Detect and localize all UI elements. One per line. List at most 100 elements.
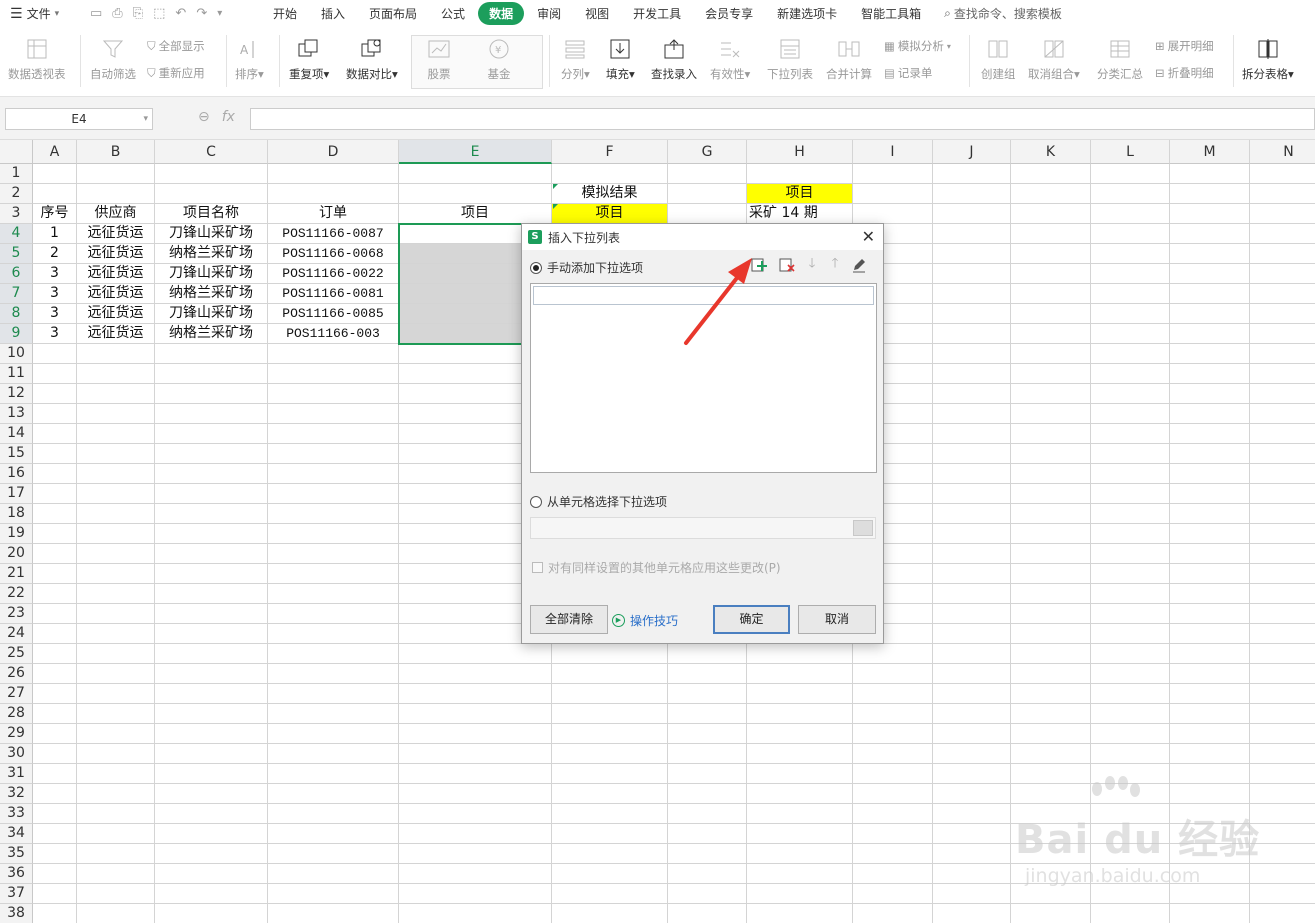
cell-G36[interactable]: [668, 864, 747, 884]
cell-H31[interactable]: [747, 764, 853, 784]
row-header-8[interactable]: 8: [0, 304, 33, 324]
select-all-corner[interactable]: [0, 140, 33, 164]
cell-E35[interactable]: [399, 844, 552, 864]
cell-H2[interactable]: 项目: [747, 184, 853, 204]
cell-F3[interactable]: 项目: [552, 204, 668, 224]
cell-A21[interactable]: [33, 564, 77, 584]
cell-H25[interactable]: [747, 644, 853, 664]
cell-B16[interactable]: [77, 464, 155, 484]
cell-C8[interactable]: 刀锋山采矿场: [155, 304, 268, 324]
cell-I3[interactable]: [853, 204, 933, 224]
cell-L37[interactable]: [1091, 884, 1170, 904]
cell-K26[interactable]: [1011, 664, 1091, 684]
cell-N9[interactable]: [1250, 324, 1315, 344]
cell-A12[interactable]: [33, 384, 77, 404]
cell-E30[interactable]: [399, 744, 552, 764]
cell-I35[interactable]: [853, 844, 933, 864]
cell-L35[interactable]: [1091, 844, 1170, 864]
cell-G34[interactable]: [668, 824, 747, 844]
cell-M25[interactable]: [1170, 644, 1250, 664]
cell-K24[interactable]: [1011, 624, 1091, 644]
menu-tab-8[interactable]: 会员专享: [694, 2, 764, 25]
delete-item-icon[interactable]: [778, 256, 796, 274]
cell-C28[interactable]: [155, 704, 268, 724]
cell-C34[interactable]: [155, 824, 268, 844]
row-header-32[interactable]: 32: [0, 784, 33, 804]
cell-A35[interactable]: [33, 844, 77, 864]
cell-M34[interactable]: [1170, 824, 1250, 844]
cell-N25[interactable]: [1250, 644, 1315, 664]
cell-J24[interactable]: [933, 624, 1011, 644]
cell-K31[interactable]: [1011, 764, 1091, 784]
cell-A14[interactable]: [33, 424, 77, 444]
cell-J1[interactable]: [933, 164, 1011, 184]
record-form-button[interactable]: ▤ 记录单: [884, 65, 932, 81]
cell-C26[interactable]: [155, 664, 268, 684]
row-header-1[interactable]: 1: [0, 164, 33, 184]
cell-B2[interactable]: [77, 184, 155, 204]
column-header-J[interactable]: J: [933, 140, 1011, 164]
cell-F1[interactable]: [552, 164, 668, 184]
cell-H33[interactable]: [747, 804, 853, 824]
row-header-26[interactable]: 26: [0, 664, 33, 684]
cell-J27[interactable]: [933, 684, 1011, 704]
cell-H28[interactable]: [747, 704, 853, 724]
cell-J21[interactable]: [933, 564, 1011, 584]
cell-B30[interactable]: [77, 744, 155, 764]
row-header-25[interactable]: 25: [0, 644, 33, 664]
cell-C22[interactable]: [155, 584, 268, 604]
cell-D4[interactable]: POS11166-0087: [268, 224, 399, 244]
cell-M35[interactable]: [1170, 844, 1250, 864]
cell-F34[interactable]: [552, 824, 668, 844]
cell-A19[interactable]: [33, 524, 77, 544]
cell-A11[interactable]: [33, 364, 77, 384]
cell-F25[interactable]: [552, 644, 668, 664]
create-group-button[interactable]: 创建组: [981, 27, 1016, 82]
cell-L20[interactable]: [1091, 544, 1170, 564]
cell-A33[interactable]: [33, 804, 77, 824]
checkbox-icon[interactable]: [532, 562, 543, 573]
cell-E29[interactable]: [399, 724, 552, 744]
cell-A27[interactable]: [33, 684, 77, 704]
row-header-33[interactable]: 33: [0, 804, 33, 824]
cell-G3[interactable]: [668, 204, 747, 224]
ungroup-button[interactable]: 取消组合▾: [1028, 27, 1080, 82]
cell-K3[interactable]: [1011, 204, 1091, 224]
edit-item-icon[interactable]: [850, 256, 868, 274]
cell-L32[interactable]: [1091, 784, 1170, 804]
column-header-F[interactable]: F: [552, 140, 668, 164]
lookup-entry-button[interactable]: 查找录入: [651, 27, 697, 82]
menu-tab-0[interactable]: 开始: [262, 2, 308, 25]
cell-A38[interactable]: [33, 904, 77, 923]
cell-D2[interactable]: [268, 184, 399, 204]
cell-L10[interactable]: [1091, 344, 1170, 364]
cell-B36[interactable]: [77, 864, 155, 884]
cell-B6[interactable]: 远征货运: [77, 264, 155, 284]
cell-K30[interactable]: [1011, 744, 1091, 764]
cell-J9[interactable]: [933, 324, 1011, 344]
cell-I26[interactable]: [853, 664, 933, 684]
cell-M23[interactable]: [1170, 604, 1250, 624]
cell-A24[interactable]: [33, 624, 77, 644]
cell-L4[interactable]: [1091, 224, 1170, 244]
cell-C21[interactable]: [155, 564, 268, 584]
cell-A23[interactable]: [33, 604, 77, 624]
cell-F31[interactable]: [552, 764, 668, 784]
cell-H30[interactable]: [747, 744, 853, 764]
cell-C33[interactable]: [155, 804, 268, 824]
cell-C14[interactable]: [155, 424, 268, 444]
cell-H37[interactable]: [747, 884, 853, 904]
cell-N22[interactable]: [1250, 584, 1315, 604]
cell-K13[interactable]: [1011, 404, 1091, 424]
cell-C19[interactable]: [155, 524, 268, 544]
cell-L26[interactable]: [1091, 664, 1170, 684]
cell-E26[interactable]: [399, 664, 552, 684]
row-header-27[interactable]: 27: [0, 684, 33, 704]
stocks-button[interactable]: 股票: [427, 27, 451, 82]
cell-E28[interactable]: [399, 704, 552, 724]
cell-D29[interactable]: [268, 724, 399, 744]
cell-K16[interactable]: [1011, 464, 1091, 484]
cell-B14[interactable]: [77, 424, 155, 444]
row-header-28[interactable]: 28: [0, 704, 33, 724]
cell-G31[interactable]: [668, 764, 747, 784]
